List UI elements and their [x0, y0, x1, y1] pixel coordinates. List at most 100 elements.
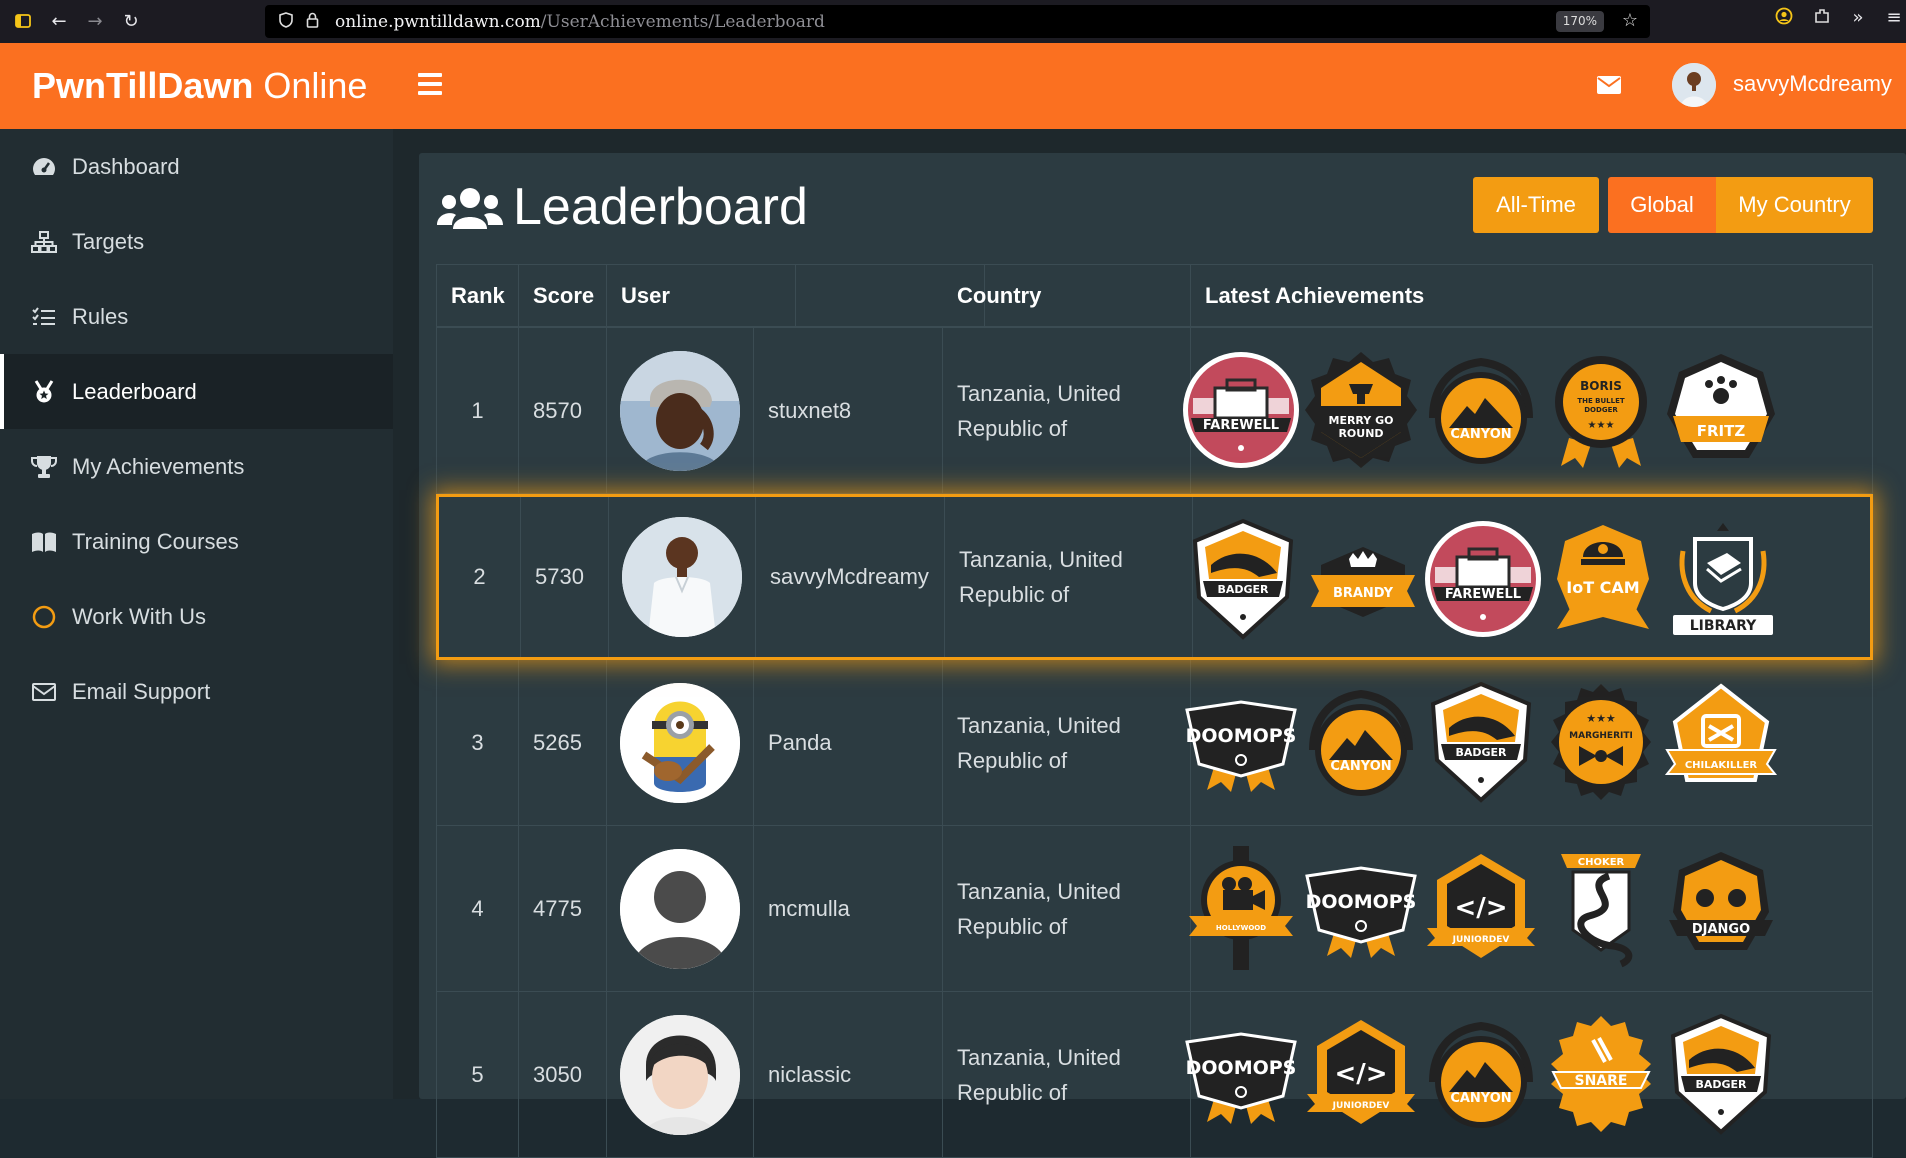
address-bar[interactable]: online.pwntilldawn.com/UserAchievements/…	[265, 5, 1650, 38]
achievement-badge-juniordev[interactable]: </> JUNIORDEV	[1299, 1012, 1423, 1136]
avatar-default-icon[interactable]	[620, 848, 740, 969]
table-row: 5 3050 niclassic Tanzania, United Republ…	[436, 992, 1873, 1158]
sidebar-item-targets[interactable]: Targets	[0, 204, 393, 279]
column-header-user[interactable]: User	[607, 265, 796, 327]
back-arrow-icon[interactable]: ←	[44, 6, 74, 36]
achievement-badge-library[interactable]: LIBRARY	[1661, 517, 1785, 641]
achievement-badge-doomops[interactable]: DOOMOPS	[1299, 846, 1423, 970]
svg-text:DOOMOPS: DOOMOPS	[1306, 891, 1417, 913]
achievement-badge-django[interactable]: DJANGO	[1659, 846, 1783, 970]
envelope-icon	[30, 678, 58, 706]
achievement-badge-farewell[interactable]: FAREWELL	[1179, 348, 1303, 472]
achievements-cell: DOOMOPS CANYON BADGER ★★★ MARGHERITI CHIL…	[1185, 660, 1872, 825]
username-cell[interactable]: savvyMcdreamy	[756, 497, 945, 657]
account-icon[interactable]	[1770, 7, 1798, 30]
achievement-badge-canyon[interactable]: CANYON	[1419, 348, 1543, 472]
achievement-badge-margheriti[interactable]: ★★★ MARGHERITI	[1539, 680, 1663, 804]
bookmark-star-icon[interactable]: ☆	[1622, 10, 1638, 31]
achievement-badge-hollywood[interactable]: HOLLYWOOD	[1179, 846, 1303, 970]
svg-text:BRANDY: BRANDY	[1333, 586, 1394, 601]
column-header-achievements[interactable]: Latest Achievements	[1191, 265, 1872, 327]
achievement-badge-badger[interactable]: BADGER	[1659, 1012, 1783, 1136]
achievement-badge-canyon[interactable]: CANYON	[1299, 680, 1423, 804]
my-country-button[interactable]: My Country	[1716, 177, 1873, 233]
sidebar-item-rules[interactable]: Rules	[0, 279, 393, 354]
avatar[interactable]	[620, 682, 740, 803]
column-header-country[interactable]: Country	[943, 265, 1191, 327]
username-cell[interactable]: stuxnet8	[754, 328, 943, 493]
brand-logo[interactable]: PwnTillDawn Online	[32, 65, 367, 107]
svg-text:FAREWELL: FAREWELL	[1445, 587, 1521, 602]
achievement-badge-badger[interactable]: BADGER	[1419, 680, 1543, 804]
table-row: 1 8570 stuxnet8 Tanzania, United Republi…	[436, 328, 1873, 494]
hamburger-menu-icon[interactable]	[418, 73, 442, 95]
svg-text:THE BULLET: THE BULLET	[1577, 397, 1625, 405]
sidebar-item-dashboard[interactable]: Dashboard	[0, 129, 393, 204]
sidebar-item-email-support[interactable]: Email Support	[0, 654, 393, 729]
country-cell: Tanzania, United Republic of	[943, 992, 1191, 1157]
table-header: Rank Score User Country Latest Achieveme…	[436, 264, 1873, 328]
user-avatar[interactable]	[1672, 63, 1716, 107]
book-icon	[30, 528, 58, 556]
svg-text:CHILAKILLER: CHILAKILLER	[1685, 760, 1758, 771]
achievement-badge-fritz[interactable]: FRITZ	[1659, 348, 1783, 472]
leaderboard-panel: Leaderboard All-Time Global My Country R…	[419, 153, 1906, 1158]
reload-icon[interactable]: ↻	[116, 6, 146, 36]
svg-text:CANYON: CANYON	[1330, 759, 1391, 774]
extensions-icon[interactable]	[1808, 7, 1836, 30]
achievement-badge-merry-go-round[interactable]: MERRY GOROUND	[1299, 348, 1423, 472]
username-cell[interactable]: Panda	[754, 660, 943, 825]
sidebar-item-my-achievements[interactable]: My Achievements	[0, 429, 393, 504]
achievement-badge-doomops[interactable]: DOOMOPS	[1179, 1012, 1303, 1136]
avatar[interactable]	[620, 1014, 740, 1135]
achievement-badge-farewell[interactable]: FAREWELL	[1421, 517, 1545, 641]
medal-icon	[30, 378, 58, 406]
speedometer-icon	[30, 153, 58, 181]
avatar[interactable]	[622, 517, 742, 637]
achievement-badge-brandy[interactable]: BRANDY	[1301, 517, 1425, 641]
achievement-badge-iot-cam[interactable]: IoT CAM	[1541, 517, 1665, 641]
svg-text:FAREWELL: FAREWELL	[1203, 418, 1279, 433]
menu-icon[interactable]: ≡	[1880, 7, 1906, 28]
country-cell: Tanzania, United Republic of	[943, 826, 1191, 991]
achievement-badge-snare[interactable]: SNARE	[1539, 1012, 1663, 1136]
overflow-icon[interactable]: »	[1844, 7, 1872, 28]
lock-icon[interactable]	[303, 12, 321, 32]
username-cell[interactable]: niclassic	[754, 992, 943, 1157]
achievement-badge-choker[interactable]: CHOKER	[1539, 846, 1663, 970]
table-row: 3 5265 Panda Tanzania, United Republic o…	[436, 660, 1873, 826]
svg-text:SNARE: SNARE	[1575, 1073, 1628, 1089]
mail-icon[interactable]	[1597, 76, 1621, 94]
svg-text:LIBRARY: LIBRARY	[1690, 618, 1757, 634]
column-header-score[interactable]: Score	[519, 265, 607, 327]
achievement-badge-juniordev[interactable]: </> JUNIORDEV	[1419, 846, 1543, 970]
svg-text:★★★: ★★★	[1588, 420, 1615, 431]
trophy-icon	[30, 453, 58, 481]
svg-text:CANYON: CANYON	[1450, 427, 1511, 442]
svg-text:FRITZ: FRITZ	[1697, 422, 1746, 440]
shield-icon[interactable]	[277, 11, 295, 32]
global-button[interactable]: Global	[1608, 177, 1716, 233]
zoom-level-indicator[interactable]: 170%	[1555, 11, 1604, 32]
svg-text:</>: </>	[1454, 893, 1507, 923]
circle-icon	[30, 603, 58, 631]
svg-text:MERRY GO: MERRY GO	[1329, 414, 1394, 427]
sidebar-toggle-icon[interactable]	[8, 6, 38, 36]
users-icon	[437, 184, 503, 230]
achievement-badge-badger[interactable]: BADGER	[1181, 517, 1305, 641]
achievement-badge-boris[interactable]: BORIS THE BULLETDODGER ★★★	[1539, 348, 1663, 472]
sidebar-item-work-with-us[interactable]: Work With Us	[0, 579, 393, 654]
forward-arrow-icon[interactable]: →	[80, 6, 110, 36]
sidebar-item-leaderboard[interactable]: Leaderboard	[0, 354, 393, 429]
avatar[interactable]	[620, 350, 740, 471]
achievement-badge-doomops[interactable]: DOOMOPS	[1179, 680, 1303, 804]
svg-text:BADGER: BADGER	[1455, 746, 1507, 759]
achievement-badge-chilakiller[interactable]: CHILAKILLER	[1659, 680, 1783, 804]
username-cell[interactable]: mcmulla	[754, 826, 943, 991]
header-username[interactable]: savvyMcdreamy	[1733, 71, 1892, 97]
leaderboard-table: Rank Score User Country Latest Achieveme…	[436, 264, 1873, 1158]
column-header-rank[interactable]: Rank	[437, 265, 519, 327]
sidebar-item-training-courses[interactable]: Training Courses	[0, 504, 393, 579]
achievement-badge-canyon[interactable]: CANYON	[1419, 1012, 1543, 1136]
all-time-button[interactable]: All-Time	[1473, 177, 1599, 233]
